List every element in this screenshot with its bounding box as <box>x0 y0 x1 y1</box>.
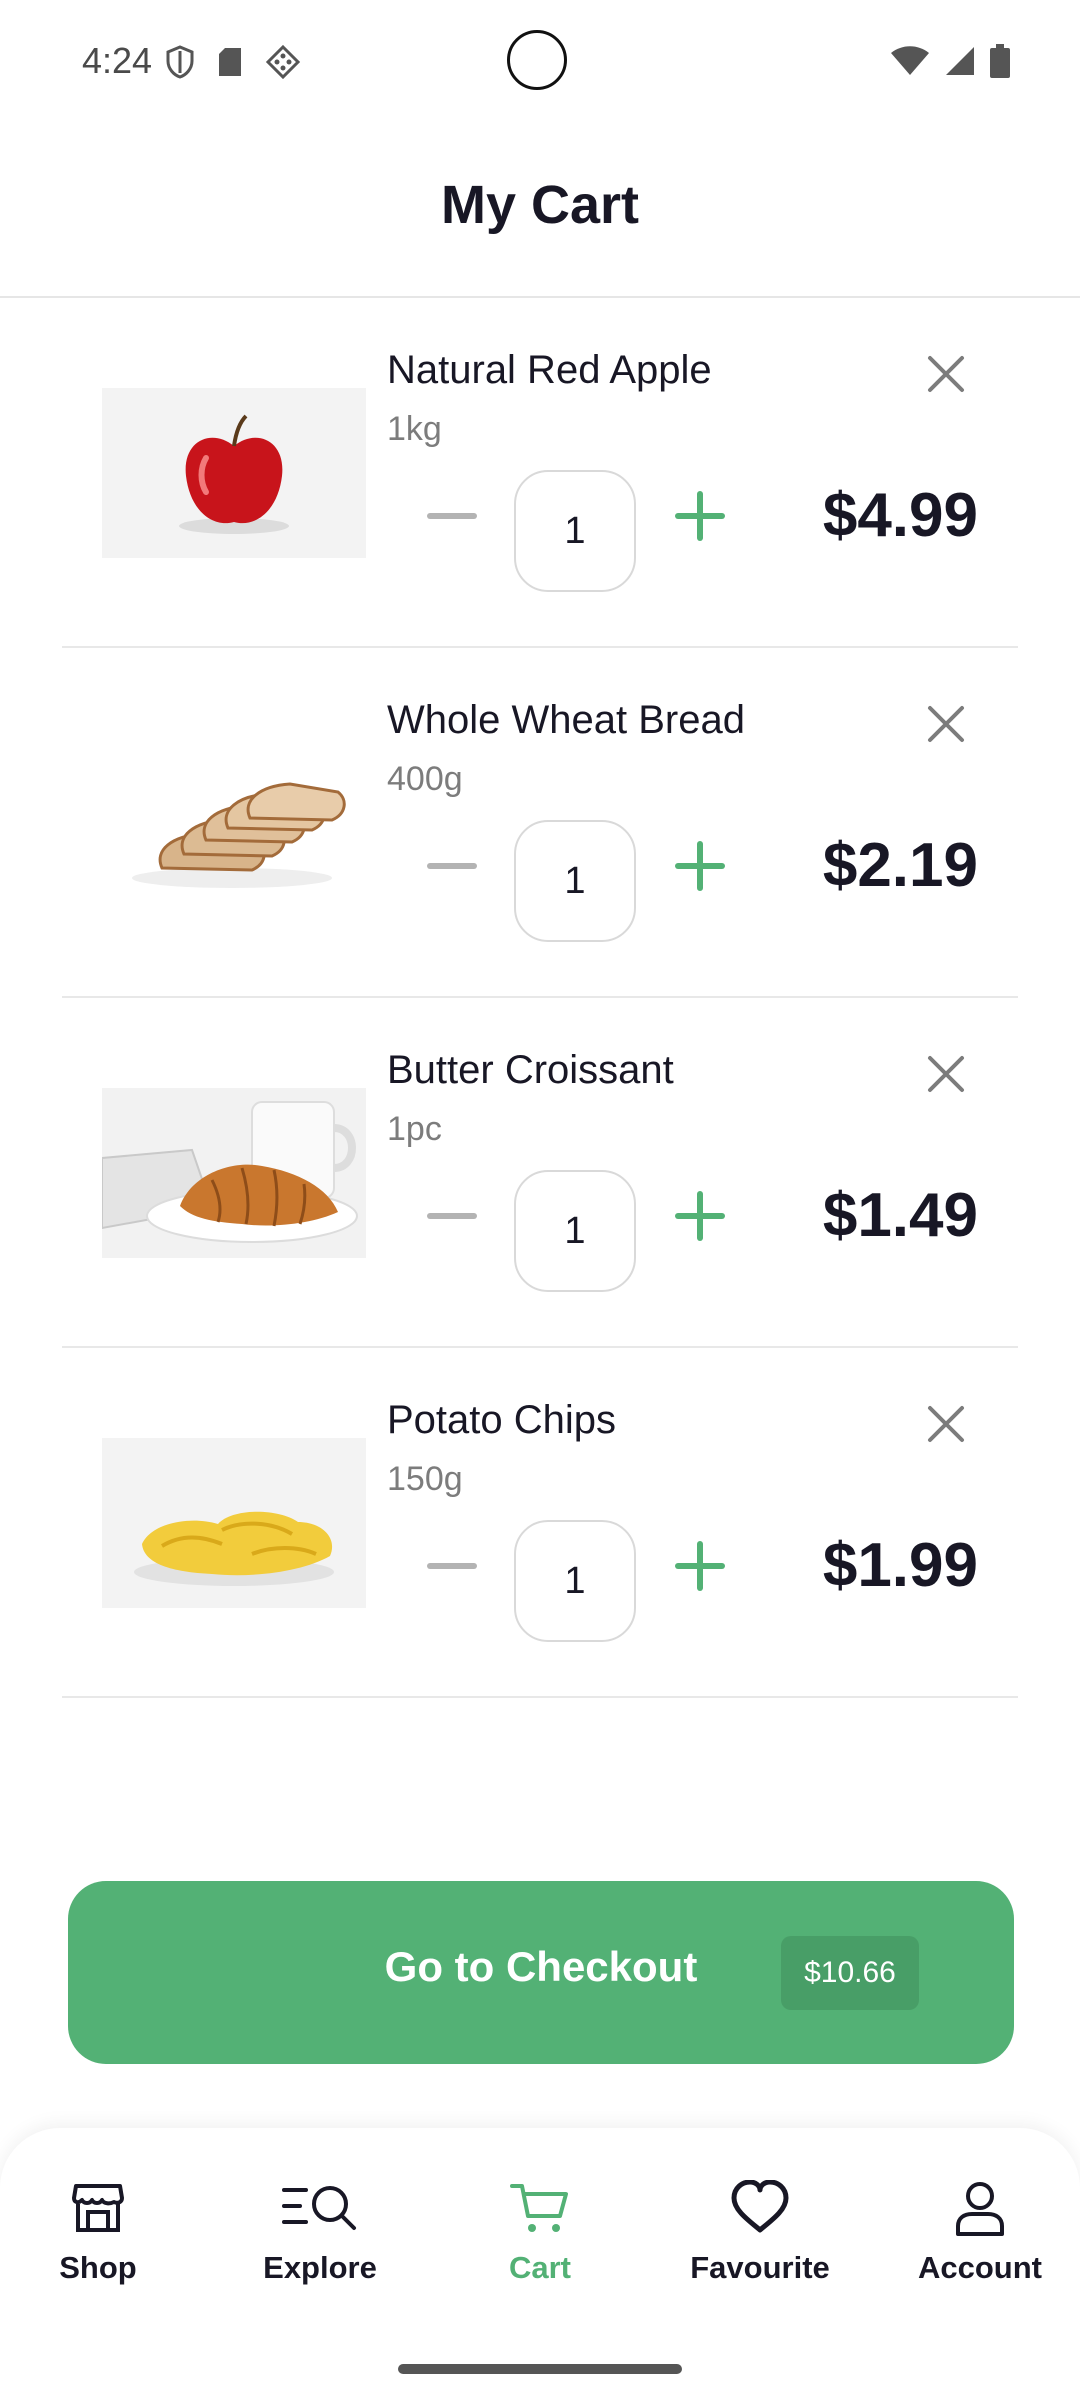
increase-quantity-button[interactable] <box>670 1186 730 1246</box>
item-price: $4.99 <box>822 481 978 550</box>
plus-icon <box>675 841 725 891</box>
close-icon <box>928 1056 964 1092</box>
increase-quantity-button[interactable] <box>670 836 730 896</box>
camera-cutout <box>507 30 567 90</box>
page-title: My Cart <box>440 175 640 235</box>
close-icon <box>928 356 964 392</box>
nav-item-shop[interactable]: Shop <box>8 2180 188 2286</box>
cart-item: Natural Red Apple 1kg 1 $4.99 <box>62 298 1018 648</box>
quantity-field[interactable]: 1 <box>514 1170 636 1292</box>
decrease-quantity-button[interactable] <box>422 1186 482 1246</box>
shop-icon <box>72 2184 124 2232</box>
minus-icon <box>427 1213 477 1219</box>
plus-icon <box>675 491 725 541</box>
heart-icon <box>731 2180 789 2233</box>
item-name: Butter Croissant <box>387 1048 674 1092</box>
account-icon <box>956 2182 1004 2236</box>
nav-label-account: Account <box>918 2250 1042 2285</box>
item-price: $1.99 <box>822 1531 978 1600</box>
quantity-field[interactable]: 1 <box>514 820 636 942</box>
signal-icon <box>944 45 976 82</box>
red-apple-image <box>102 388 366 558</box>
header: My Cart <box>0 130 1080 298</box>
home-indicator[interactable] <box>398 2364 682 2374</box>
minus-icon <box>427 863 477 869</box>
remove-item-button[interactable] <box>922 1400 970 1448</box>
increase-quantity-button[interactable] <box>670 1536 730 1596</box>
nav-label-shop: Shop <box>59 2250 137 2285</box>
sd-card-icon <box>217 46 243 83</box>
status-time: 4:24 <box>82 40 153 81</box>
item-unit: 150g <box>387 1460 463 1498</box>
close-icon <box>928 706 964 742</box>
remove-item-button[interactable] <box>922 1050 970 1098</box>
item-name: Whole Wheat Bread <box>387 698 745 742</box>
decrease-quantity-button[interactable] <box>422 1536 482 1596</box>
checkout-total-badge: $10.66 <box>781 1936 919 2010</box>
status-icons-right <box>890 44 1010 83</box>
nav-label-explore: Explore <box>263 2250 377 2285</box>
plus-icon <box>675 1541 725 1591</box>
remove-item-button[interactable] <box>922 700 970 748</box>
nav-item-cart[interactable]: Cart <box>450 2180 630 2286</box>
item-price: $1.49 <box>822 1181 978 1250</box>
bottom-navigation: Shop Explore Cart Favourite Account <box>0 2128 1080 2400</box>
minus-icon <box>427 513 477 519</box>
cart-item: Whole Wheat Bread 400g 1 $2.19 <box>62 648 1018 998</box>
cart-list: Natural Red Apple 1kg 1 $4.99 Whole Whea… <box>62 298 1018 1698</box>
increase-quantity-button[interactable] <box>670 486 730 546</box>
wifi-icon <box>890 45 930 82</box>
explore-icon <box>282 2186 356 2230</box>
nav-item-account[interactable]: Account <box>890 2180 1070 2286</box>
bread-slices-image <box>102 738 366 908</box>
nav-label-cart: Cart <box>508 2250 571 2285</box>
remove-item-button[interactable] <box>922 350 970 398</box>
checkout-button[interactable]: Go to Checkout $10.66 <box>68 1881 1014 2064</box>
close-icon <box>928 1406 964 1442</box>
status-bar: 4:24 <box>0 0 1080 130</box>
decrease-quantity-button[interactable] <box>422 836 482 896</box>
potato-chips-image <box>102 1438 366 1608</box>
cart-icon <box>510 2184 568 2232</box>
nav-label-favourite: Favourite <box>690 2250 830 2285</box>
croissant-image <box>101 1088 366 1258</box>
item-unit: 1kg <box>387 410 442 448</box>
nav-item-explore[interactable]: Explore <box>230 2180 410 2286</box>
quantity-field[interactable]: 1 <box>514 1520 636 1642</box>
shield-icon <box>165 45 195 84</box>
decrease-quantity-button[interactable] <box>422 486 482 546</box>
battery-icon <box>990 44 1010 83</box>
plus-icon <box>675 1191 725 1241</box>
quantity-field[interactable]: 1 <box>514 470 636 592</box>
status-icons-left <box>165 44 301 85</box>
item-unit: 400g <box>387 760 463 798</box>
minus-icon <box>427 1563 477 1569</box>
item-unit: 1pc <box>387 1110 442 1148</box>
app-diamond-icon <box>265 44 301 85</box>
item-name: Potato Chips <box>387 1398 617 1442</box>
cart-item: Butter Croissant 1pc 1 $1.49 <box>62 998 1018 1348</box>
nav-item-favourite[interactable]: Favourite <box>670 2180 850 2286</box>
item-name: Natural Red Apple <box>387 348 712 392</box>
cart-item: Potato Chips 150g 1 $1.99 <box>62 1348 1018 1698</box>
item-price: $2.19 <box>822 831 978 900</box>
